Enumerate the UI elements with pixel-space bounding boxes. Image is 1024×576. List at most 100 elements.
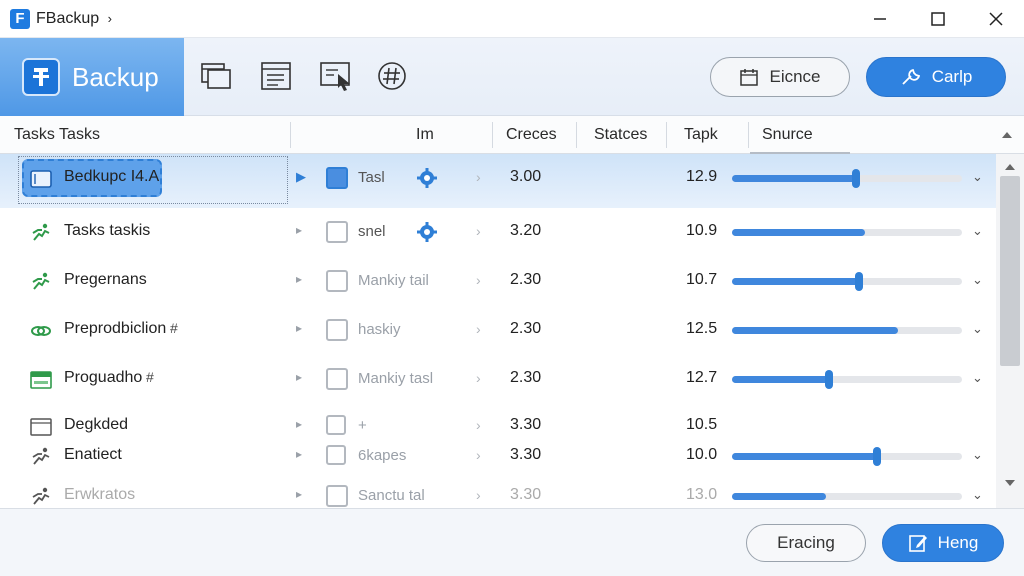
scroll-up-icon[interactable] [1005,164,1015,170]
scroll-down-icon[interactable] [1005,480,1015,486]
slider-handle[interactable] [852,169,861,188]
backup-tab-label: Backup [72,62,159,92]
tank-value: 13.0 [686,486,718,503]
column-divider[interactable] [492,122,493,148]
table-row[interactable]: Proguadho # ▸ Mankiy tasl › 2.30 12.7 ⌄ [0,355,996,404]
column-divider[interactable] [576,122,577,148]
task-checkbox[interactable] [326,368,348,390]
task-name-suffix: # [170,320,178,336]
table-row[interactable]: Pregernans ▸ Mankiy tail › 2.30 10.7 ⌄ [0,257,996,306]
app-title[interactable]: FBackup › [36,10,112,28]
cursor-window-icon[interactable] [318,58,354,94]
chevron-right-icon: › [476,223,481,239]
chevron-down-icon[interactable]: ⌄ [972,447,983,463]
minimize-button[interactable] [860,4,900,34]
task-checkbox[interactable] [326,445,346,465]
run-gray-icon [30,486,52,508]
progress-fill [732,278,859,285]
tank-value: 12.5 [686,320,718,337]
close-button[interactable] [976,4,1016,34]
slider-handle[interactable] [854,272,863,291]
chevron-down-icon[interactable]: ⌄ [972,223,983,239]
task-name: Enatiect [64,446,122,463]
task-checkbox[interactable] [326,221,348,243]
gear-icon[interactable] [416,167,438,189]
progress-bar[interactable] [732,370,962,389]
vertical-scrollbar[interactable] [996,154,1024,508]
chevron-down-icon[interactable]: ⌄ [972,272,983,288]
chevron-down-icon[interactable]: ⌄ [972,321,983,337]
window-green-icon [30,369,52,391]
task-type: snel [358,223,386,240]
expand-arrow-icon[interactable]: ▸ [296,417,302,431]
col-im[interactable]: Im [416,116,434,154]
expand-arrow-icon[interactable]: ▸ [296,447,302,461]
col-tank[interactable]: Tapk [684,116,718,154]
edit-button[interactable]: Heng [882,524,1004,562]
progress-bar[interactable] [732,272,962,291]
progress-bar[interactable] [732,327,962,334]
gear-icon[interactable] [416,221,438,243]
expand-arrow-icon[interactable]: ▸ [296,321,302,335]
window-list-icon[interactable] [258,58,294,94]
table-row[interactable]: Tasks taskis ▸ snel › 3.20 10.9 ⌄ [0,208,996,257]
slider-handle[interactable] [824,370,833,389]
chevron-right-icon: › [476,272,481,288]
creces-value: 2.30 [510,369,542,386]
expand-arrow-icon[interactable]: ▸ [296,487,302,501]
col-tasks[interactable]: Tasks Tasks [14,116,100,154]
table-row[interactable]: Preprodbiclion # ▸ haskiy › 2.30 12.5 ⌄ [0,306,996,355]
col-creces[interactable]: Creces [506,116,557,154]
expand-arrow-icon[interactable]: ▸ [296,223,302,237]
chevron-right-icon: › [476,417,481,433]
run-button[interactable]: Carlp [866,57,1006,97]
copy-icon[interactable] [198,58,234,94]
sync-icon[interactable] [374,58,410,94]
progress-bar[interactable] [732,447,962,466]
backup-tab[interactable]: Backup [0,38,184,116]
backup-icon [22,58,60,96]
scrollbar-thumb[interactable] [1000,176,1020,366]
expand-arrow-icon[interactable]: ▶ [296,169,306,185]
maximize-button[interactable] [918,4,958,34]
task-type: Mankiy tail [358,272,429,289]
expand-arrow-icon[interactable]: ▸ [296,272,302,286]
table-row[interactable]: Erwkratos ▸ Sanctu tal › 3.30 13.0 ⌄ [0,472,996,508]
progress-bar[interactable] [732,493,962,500]
creces-value: 3.20 [510,222,542,239]
task-type: haskiy [358,321,401,338]
chevron-down-icon[interactable]: ⌄ [972,370,983,386]
task-type: Tasl [358,169,385,186]
task-checkbox[interactable] [326,319,348,341]
link-icon [30,320,52,342]
chevron-down-icon[interactable]: ⌄ [972,169,983,185]
progress-fill [732,376,829,383]
task-checkbox[interactable] [326,270,348,292]
progress-bar[interactable] [732,229,962,236]
schedule-button[interactable]: Eicnce [710,57,850,97]
col-statces[interactable]: Statces [594,116,647,154]
tank-value: 12.7 [686,369,718,386]
title-bar: F FBackup › [0,0,1024,38]
focus-outline [18,156,288,204]
chevron-right-icon: › [476,487,481,503]
sort-ascending-icon[interactable] [1002,132,1012,138]
slider-handle[interactable] [872,447,881,466]
task-checkbox[interactable] [326,485,348,507]
progress-bar[interactable] [732,169,962,188]
run-icon [30,271,52,293]
chevron-down-icon[interactable]: ⌄ [972,487,983,503]
progress-fill [732,175,857,182]
creces-value: 2.30 [510,271,542,288]
task-checkbox[interactable] [326,167,348,189]
column-divider[interactable] [666,122,667,148]
edit-button-label: Heng [937,533,979,552]
creces-value: 2.30 [510,320,542,337]
run-icon [30,222,52,244]
cancel-button[interactable]: Eracing [746,524,866,562]
expand-arrow-icon[interactable]: ▸ [296,370,302,384]
column-divider[interactable] [748,122,749,148]
column-divider[interactable] [290,122,291,148]
col-snurce[interactable]: Snurce [762,116,813,154]
progress-fill [732,327,898,334]
